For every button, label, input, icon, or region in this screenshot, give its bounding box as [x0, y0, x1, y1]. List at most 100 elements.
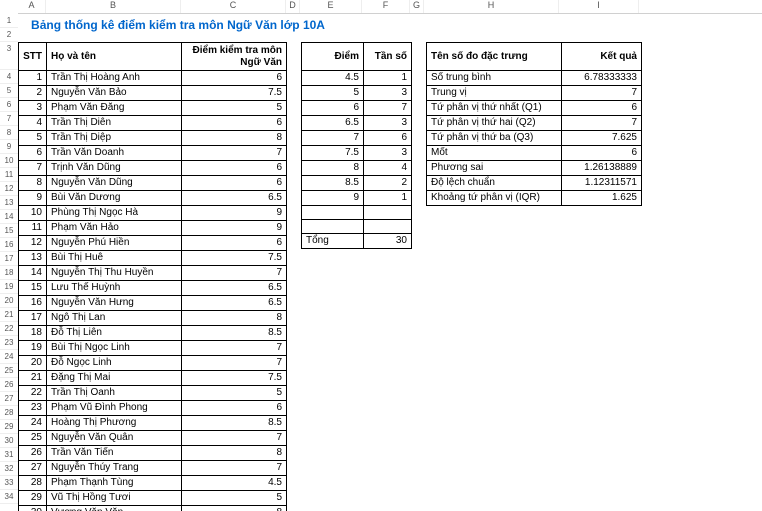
header-score[interactable]: Điểm kiểm tra môn Ngữ Văn: [182, 43, 287, 71]
cell-name[interactable]: Hoàng Thị Phương: [47, 416, 182, 431]
cell-score[interactable]: 6: [182, 71, 287, 86]
row-number[interactable]: 23: [0, 336, 18, 350]
cell-stt[interactable]: 10: [19, 206, 47, 221]
cell-score[interactable]: 8: [182, 446, 287, 461]
cell-stt[interactable]: 29: [19, 491, 47, 506]
row-number[interactable]: 26: [0, 378, 18, 392]
cell-tanso[interactable]: 2: [364, 176, 412, 191]
row-number[interactable]: 4: [0, 70, 18, 84]
cell-score[interactable]: 8: [182, 506, 287, 511]
row-number[interactable]: 11: [0, 168, 18, 182]
cell-name[interactable]: Đặng Thị Mai: [47, 371, 182, 386]
cell-stt[interactable]: 23: [19, 401, 47, 416]
cell-empty[interactable]: [302, 220, 364, 234]
header-stat-value[interactable]: Kết quả: [562, 43, 642, 71]
cell-stat-label[interactable]: Trung vị: [427, 86, 562, 101]
cell-score[interactable]: 4.5: [182, 476, 287, 491]
cell-score[interactable]: 7: [182, 266, 287, 281]
col-header-i[interactable]: I: [559, 0, 639, 13]
col-header-d[interactable]: D: [286, 0, 300, 13]
cell-score[interactable]: 9: [182, 221, 287, 236]
cell-stt[interactable]: 19: [19, 341, 47, 356]
cell-stt[interactable]: 14: [19, 266, 47, 281]
cell-name[interactable]: Trần Thị Hoàng Anh: [47, 71, 182, 86]
cell-tanso[interactable]: 3: [364, 146, 412, 161]
cell-stt[interactable]: 8: [19, 176, 47, 191]
cell-stt[interactable]: 25: [19, 431, 47, 446]
row-number[interactable]: 6: [0, 98, 18, 112]
cell-name[interactable]: Phạm Văn Đăng: [47, 101, 182, 116]
cell-stt[interactable]: 3: [19, 101, 47, 116]
cell-name[interactable]: Phạm Văn Hảo: [47, 221, 182, 236]
cell-stat-value[interactable]: 7: [562, 86, 642, 101]
cell-diem[interactable]: 6: [302, 101, 364, 116]
cell-stt[interactable]: 26: [19, 446, 47, 461]
cell-diem[interactable]: 7: [302, 131, 364, 146]
cell-stat-value[interactable]: 1.26138889: [562, 161, 642, 176]
cell-stt[interactable]: 2: [19, 86, 47, 101]
col-header-h[interactable]: H: [424, 0, 559, 13]
row-number[interactable]: 14: [0, 210, 18, 224]
cell-score[interactable]: 7: [182, 461, 287, 476]
cell-name[interactable]: Nguyễn Văn Bảo: [47, 86, 182, 101]
col-header-f[interactable]: F: [362, 0, 410, 13]
cell-stt[interactable]: 21: [19, 371, 47, 386]
cell-stt[interactable]: 24: [19, 416, 47, 431]
row-number[interactable]: 17: [0, 252, 18, 266]
cell-stat-label[interactable]: Phương sai: [427, 161, 562, 176]
cell-score[interactable]: 7.5: [182, 371, 287, 386]
cell-score[interactable]: 6.5: [182, 191, 287, 206]
cell-stt[interactable]: 1: [19, 71, 47, 86]
row-number[interactable]: 7: [0, 112, 18, 126]
cell-name[interactable]: Ngô Thị Lan: [47, 311, 182, 326]
cell-stt[interactable]: 9: [19, 191, 47, 206]
cell-score[interactable]: 6: [182, 236, 287, 251]
cell-stt[interactable]: 28: [19, 476, 47, 491]
header-name[interactable]: Họ và tên: [47, 43, 182, 71]
row-number[interactable]: 8: [0, 126, 18, 140]
row-number[interactable]: 20: [0, 294, 18, 308]
row-number[interactable]: 25: [0, 364, 18, 378]
cell-score[interactable]: 7.5: [182, 251, 287, 266]
cell-stt[interactable]: 4: [19, 116, 47, 131]
row-number[interactable]: 32: [0, 462, 18, 476]
row-number[interactable]: 12: [0, 182, 18, 196]
cell-score[interactable]: 8: [182, 131, 287, 146]
cell-name[interactable]: Bùi Thị Ngọc Linh: [47, 341, 182, 356]
header-tanso[interactable]: Tần số: [364, 43, 412, 71]
row-number[interactable]: 13: [0, 196, 18, 210]
cell-name[interactable]: Nguyễn Văn Quân: [47, 431, 182, 446]
cell-stat-label[interactable]: Tứ phân vị thứ nhất (Q1): [427, 101, 562, 116]
col-header-c[interactable]: C: [181, 0, 286, 13]
cell-stt[interactable]: 22: [19, 386, 47, 401]
cell-name[interactable]: Vương Văn Văn: [47, 506, 182, 511]
cell-diem[interactable]: 5: [302, 86, 364, 101]
cell-stt[interactable]: 27: [19, 461, 47, 476]
row-number[interactable]: 19: [0, 280, 18, 294]
cell-empty[interactable]: [364, 206, 412, 220]
cell-score[interactable]: 6: [182, 116, 287, 131]
cell-score[interactable]: 9: [182, 206, 287, 221]
cell-name[interactable]: Phùng Thị Ngọc Hà: [47, 206, 182, 221]
cell-empty[interactable]: [364, 220, 412, 234]
cell-stat-label[interactable]: Tứ phân vị thứ hai (Q2): [427, 116, 562, 131]
cell-name[interactable]: Phạm Thạnh Tùng: [47, 476, 182, 491]
row-number[interactable]: 33: [0, 476, 18, 490]
cell-stt[interactable]: 12: [19, 236, 47, 251]
header-stat-label[interactable]: Tên số đo đặc trưng: [427, 43, 562, 71]
cell-stt[interactable]: 13: [19, 251, 47, 266]
col-header-g[interactable]: G: [410, 0, 424, 13]
cell-name[interactable]: Phạm Vũ Đình Phong: [47, 401, 182, 416]
cell-stat-value[interactable]: 6.78333333: [562, 71, 642, 86]
cell-stt[interactable]: 7: [19, 161, 47, 176]
cell-stt[interactable]: 15: [19, 281, 47, 296]
row-number[interactable]: 15: [0, 224, 18, 238]
cell-stat-value[interactable]: 7: [562, 116, 642, 131]
cell-stt[interactable]: 16: [19, 296, 47, 311]
cell-stat-label[interactable]: Độ lệch chuẩn: [427, 176, 562, 191]
cell-name[interactable]: Trần Thị Diên: [47, 116, 182, 131]
cell-name[interactable]: Đỗ Ngọc Linh: [47, 356, 182, 371]
cell-stt[interactable]: 30: [19, 506, 47, 511]
cell-score[interactable]: 6.5: [182, 281, 287, 296]
cell-name[interactable]: Bùi Thị Huê: [47, 251, 182, 266]
